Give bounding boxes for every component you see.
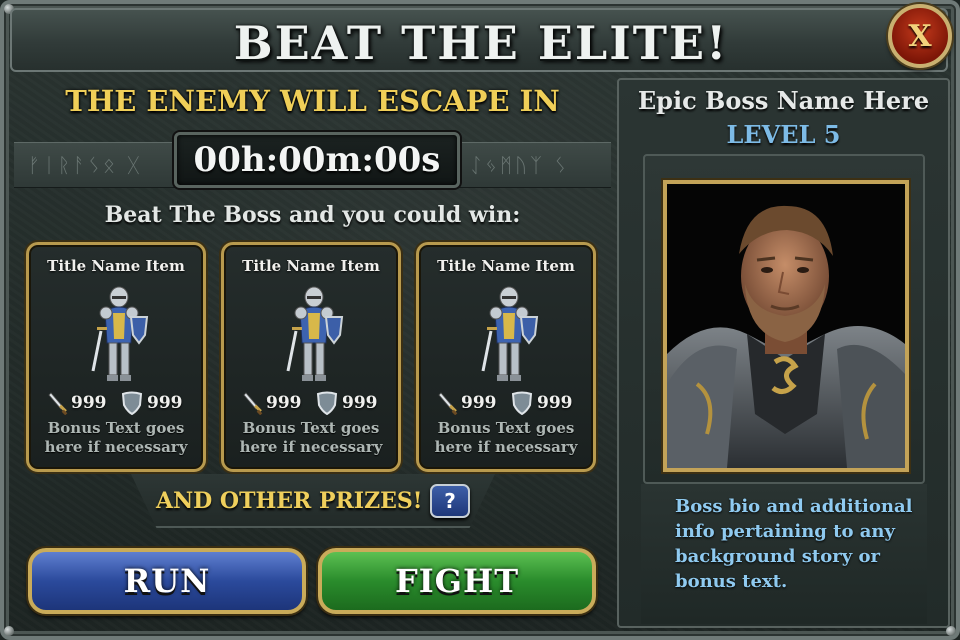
attack-value: 999: [71, 393, 107, 413]
item-bonus-text: Bonus Text goes here if necessary: [44, 419, 188, 456]
boss-bio: Boss bio and additional info pertaining …: [675, 496, 913, 592]
item-stats: 999 999: [224, 391, 398, 415]
decorative-runes: ᛇᛃᛗᚢᛉ ᛊ: [470, 153, 570, 177]
knight-item-icon: [481, 286, 539, 381]
close-button[interactable]: X: [888, 4, 952, 68]
sword-icon: [243, 392, 263, 415]
close-icon: X: [908, 18, 932, 54]
reward-panel: THE ENEMY WILL ESCAPE IN ᚠᛁᚱᚨᛊᛟ ᚷ ᛇᛃᛗᚢᛉ …: [14, 78, 611, 628]
escape-timer: 00h:00m:00s: [174, 132, 460, 188]
defense-value: 999: [147, 393, 183, 413]
reward-item-card[interactable]: Title Name Item 999 999 Bonus Text goes …: [26, 242, 206, 472]
escape-label: THE ENEMY WILL ESCAPE IN: [65, 84, 560, 118]
fight-button[interactable]: FIGHT: [318, 548, 596, 614]
item-title: Title Name Item: [242, 257, 380, 275]
portrait-plate: [643, 154, 925, 484]
dialog-title: BEAT THE ELITE!: [233, 16, 729, 70]
timer-value: 00h:00m:00s: [193, 140, 441, 180]
item-stats: 999 999: [419, 391, 593, 415]
boss-portrait-image: [667, 184, 905, 468]
item-stats: 999 999: [29, 391, 203, 415]
decorative-runes: ᚠᛁᚱᚨᛊᛟ ᚷ: [28, 153, 143, 177]
shield-icon: [511, 391, 533, 415]
item-bonus-text: Bonus Text goes here if necessary: [434, 419, 578, 456]
help-icon: ?: [444, 489, 456, 513]
title-bar: BEAT THE ELITE!: [10, 8, 948, 72]
attack-value: 999: [461, 393, 497, 413]
fight-button-label: FIGHT: [394, 562, 520, 600]
run-button[interactable]: RUN: [28, 548, 306, 614]
shield-icon: [121, 391, 143, 415]
other-prizes-label: AND OTHER PRIZES!: [156, 488, 423, 514]
item-title: Title Name Item: [47, 257, 185, 275]
defense-value: 999: [537, 393, 573, 413]
reward-item-card[interactable]: Title Name Item 999 999 Bonus Text goes …: [416, 242, 596, 472]
attack-value: 999: [266, 393, 302, 413]
sword-icon: [48, 392, 68, 415]
help-button[interactable]: ?: [430, 484, 470, 518]
item-title: Title Name Item: [437, 257, 575, 275]
run-button-label: RUN: [123, 562, 211, 600]
knight-item-icon: [91, 286, 149, 381]
defense-value: 999: [342, 393, 378, 413]
boss-name: Epic Boss Name Here: [637, 86, 930, 115]
sword-icon: [438, 392, 458, 415]
rivet: [4, 626, 14, 636]
item-bonus-text: Bonus Text goes here if necessary: [239, 419, 383, 456]
boss-level: LEVEL 5: [726, 120, 841, 149]
knight-item-icon: [286, 286, 344, 381]
reward-item-card[interactable]: Title Name Item 999 999 Bonus Text goes …: [221, 242, 401, 472]
shield-icon: [316, 391, 338, 415]
win-label: Beat The Boss and you could win:: [104, 202, 521, 228]
boss-portrait: [663, 180, 909, 472]
